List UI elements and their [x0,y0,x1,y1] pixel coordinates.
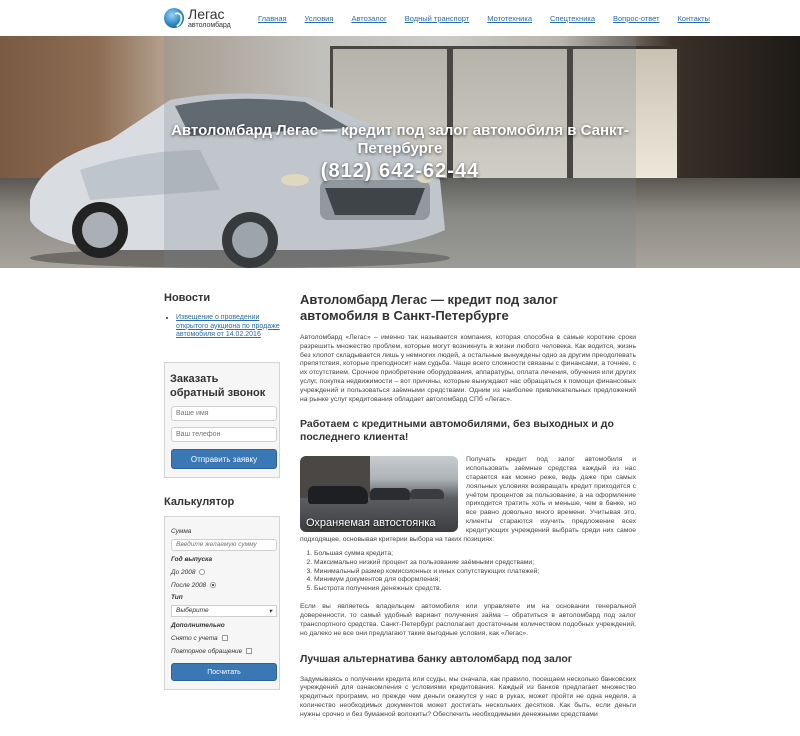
name-input[interactable] [171,405,277,421]
calculator-title: Калькулятор [164,495,235,508]
callback-form: Заказать обратный звонок Отправить заявк… [164,361,280,478]
nav-conditions[interactable]: Условия [305,14,334,23]
extra-option-deregistered[interactable]: Снято с учета [171,635,273,642]
extra-option-repeat[interactable]: Повторное обращение [171,648,273,655]
phone-input[interactable] [171,426,277,442]
year-option-before-2008[interactable]: До 2008 [171,569,273,576]
news-list: Извещение о проведении открытого аукцион… [176,314,280,340]
submit-request-button[interactable]: Отправить заявку [171,448,277,469]
nav-faq[interactable]: Вопрос-ответ [613,14,660,23]
section-heading-alternative: Лучшая альтернатива банку автоломбард по… [300,652,573,665]
nav-home[interactable]: Главная [258,14,287,23]
list-item: Большая сумма кредита; [314,550,636,559]
hero-phone[interactable]: (812) 642-62-44 [164,160,636,183]
list-item: Минимум документов для оформления; [314,576,636,585]
list-item: Минимальный размер комиссионных и иных с… [314,568,636,577]
extra-label: Дополнительно [171,621,225,629]
calculate-button[interactable]: Посчитать [171,662,277,681]
chevron-down-icon: ▾ [268,607,272,615]
radio-after-2008[interactable] [210,582,217,588]
main-article: Автоломбард Легас — кредит под залог авт… [300,292,636,719]
hero-title: Автоломбард Легас — кредит под залог авт… [171,122,629,157]
paragraph-4: Задумываясь о получении кредита или ссуд… [300,675,636,718]
checkbox-repeat[interactable] [246,648,253,654]
logo-icon [164,8,184,28]
list-item: Максимально низкий процент за пользовани… [314,559,636,568]
logo-title: Легас [188,6,225,22]
hero-banner: Автоломбард Легас — кредит под залог авт… [0,36,800,268]
type-label: Тип [171,593,183,601]
radio-before-2008[interactable] [199,569,206,575]
nav-special-vehicles[interactable]: Спецтехника [550,14,595,23]
year-option-after-2008[interactable]: После 2008 [171,582,273,589]
news-title: Новости [164,292,211,304]
type-select[interactable]: Выберите ▾ [171,604,277,617]
sidebar: Новости Извещение о проведении открытого… [164,292,280,690]
site-header: Легас автоломбард Главная Условия Автоза… [0,0,800,36]
paragraph-3: Если вы являетесь владельцем автомобиля … [300,603,636,637]
criteria-list: Большая сумма кредита; Максимально низки… [314,550,636,593]
parking-photo: Охраняемая автостоянка [300,456,458,533]
news-item: Извещение о проведении открытого аукцион… [176,314,280,340]
nav-water-transport[interactable]: Водный транспорт [405,14,470,23]
year-label: Год выпуска [171,555,213,563]
list-item: Быстрота получения денежных средств. [314,585,636,594]
calculator-form: Сумма Год выпуска До 2008 После 2008 Тип… [164,515,280,690]
logo[interactable]: Легас автоломбард [164,7,246,29]
callback-title: Заказать обратный звонок [170,372,266,399]
logo-subtitle: автоломбард [188,22,231,29]
main-nav: Главная Условия Автозалог Водный транспо… [258,14,728,23]
checkbox-deregistered[interactable] [221,635,228,641]
section-heading-credit-cars: Работаем с кредитными автомобилями, без … [300,418,614,444]
news-link[interactable]: Извещение о проведении открытого аукцион… [176,314,280,338]
photo-caption: Охраняемая автостоянка [306,517,436,530]
page-title: Автоломбард Легас — кредит под залог авт… [300,292,558,323]
nav-car-pledge[interactable]: Автозалог [351,14,386,23]
nav-moto[interactable]: Мототехника [487,14,532,23]
intro-paragraph: Автоломбард «Легас» – именно так называе… [300,334,636,403]
sum-label: Сумма [171,527,192,535]
nav-contacts[interactable]: Контакты [678,14,710,23]
sum-input[interactable] [171,538,277,551]
